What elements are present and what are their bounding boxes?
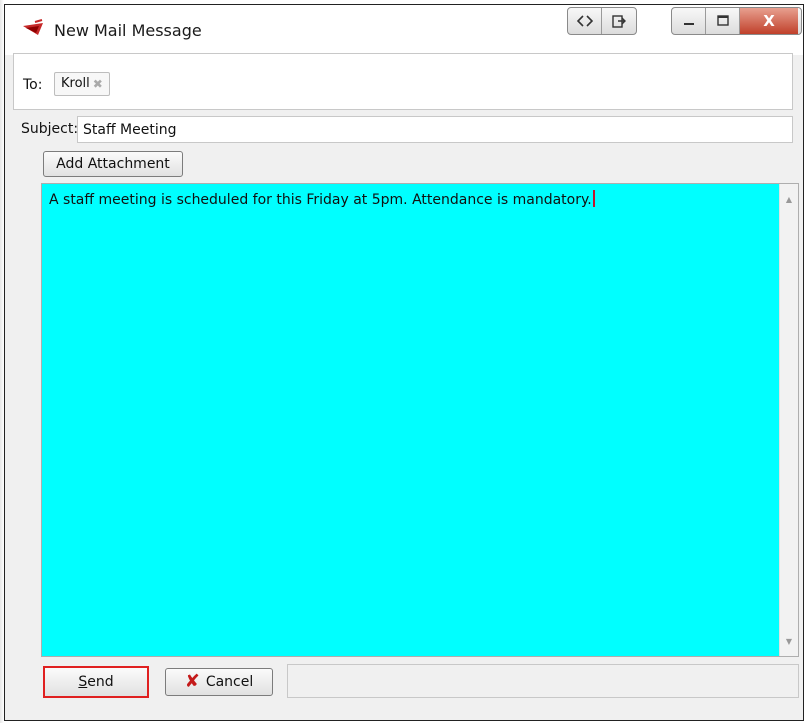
message-body-text: A staff meeting is scheduled for this Fr… — [49, 192, 592, 208]
add-attachment-button[interactable]: Add Attachment — [43, 151, 183, 177]
to-label: To: — [23, 77, 43, 93]
recipient-chip[interactable]: Kroll ✖ — [54, 72, 110, 96]
subject-label: Subject: — [21, 121, 79, 137]
status-field — [287, 664, 799, 698]
message-body[interactable]: A staff meeting is scheduled for this Fr… — [41, 183, 799, 657]
mail-window: New Mail Message X To: Kroll ✖ Subject: … — [4, 4, 804, 721]
recipient-name: Kroll — [61, 76, 90, 91]
subject-input[interactable] — [77, 116, 793, 143]
to-field[interactable]: To: Kroll ✖ — [13, 53, 793, 110]
cancel-x-icon: ✘ — [184, 671, 200, 692]
remove-recipient-icon[interactable]: ✖ — [93, 73, 103, 95]
mail-app-icon — [23, 19, 43, 35]
popout-icon[interactable] — [602, 8, 636, 34]
window-title: New Mail Message — [54, 21, 202, 40]
send-label-rest: end — [87, 674, 114, 690]
text-caret — [592, 190, 595, 207]
scroll-up-icon[interactable]: ▲ — [780, 190, 798, 208]
window-tools — [567, 7, 637, 35]
maximize-icon[interactable] — [706, 8, 740, 34]
scroll-down-icon[interactable]: ▼ — [780, 632, 798, 650]
message-text: A staff meeting is scheduled for this Fr… — [49, 190, 595, 208]
compose-area: To: Kroll ✖ Subject: Add Attachment A st… — [13, 53, 799, 715]
title-bar: New Mail Message X — [5, 5, 803, 55]
message-scrollbar[interactable]: ▲ ▼ — [779, 184, 798, 656]
action-bar: Send ✘ Cancel — [41, 660, 799, 704]
window-controls: X — [671, 7, 802, 35]
close-icon: X — [763, 12, 775, 30]
minimize-icon[interactable] — [672, 8, 706, 34]
cancel-label: Cancel — [205, 674, 254, 690]
cancel-button[interactable]: ✘ Cancel — [165, 668, 273, 696]
send-button[interactable]: Send — [43, 666, 149, 698]
close-button[interactable]: X — [740, 8, 798, 34]
sync-icon[interactable] — [568, 8, 602, 34]
send-mnemonic: S — [78, 674, 88, 690]
